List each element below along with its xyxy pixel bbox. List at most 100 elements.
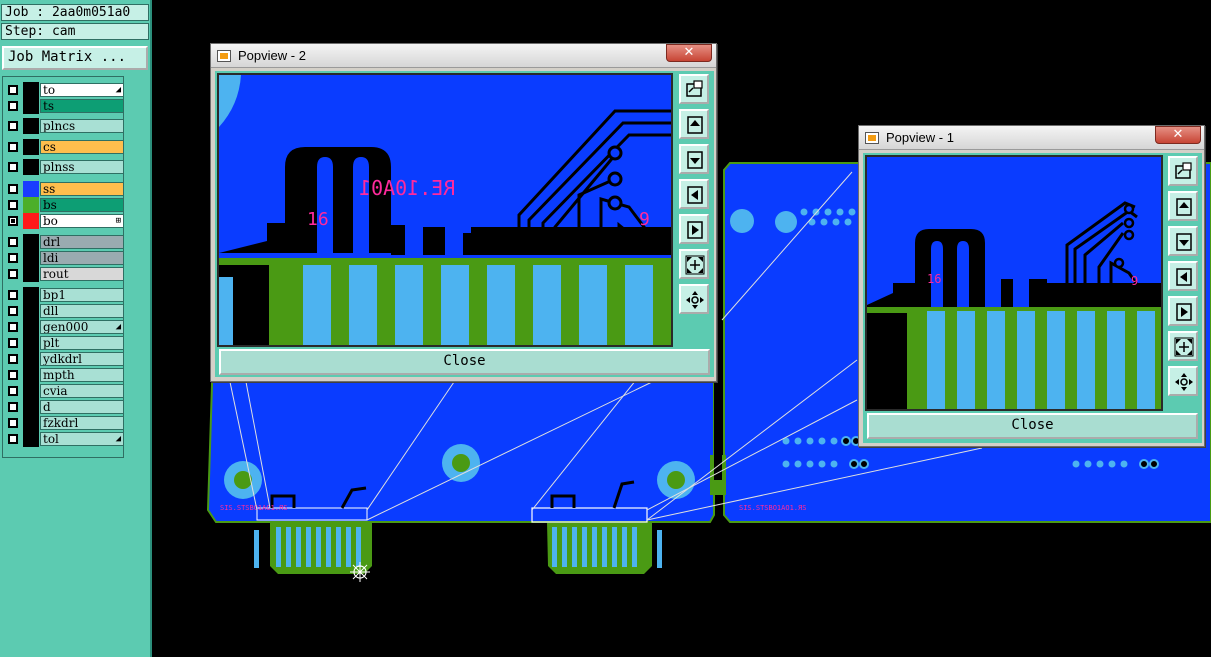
popview-1-close-x-button[interactable]: ✕	[1155, 126, 1201, 144]
layer-name-field[interactable]: fzkdrl	[40, 416, 124, 430]
pan-left-button[interactable]	[1168, 261, 1198, 291]
layer-row-plncs[interactable]: plncs	[5, 118, 124, 134]
layer-row-to[interactable]: to ◢	[5, 82, 124, 98]
layer-name-field[interactable]: cs	[40, 140, 124, 154]
layer-name-field[interactable]: to ◢	[40, 83, 124, 97]
layer-name-field[interactable]: ldi	[40, 251, 124, 265]
layer-row-ydkdrl[interactable]: ydkdrl	[5, 351, 124, 367]
layer-checkbox[interactable]	[8, 402, 18, 412]
layer-checkbox[interactable]	[8, 338, 18, 348]
layer-color-swatch[interactable]	[23, 234, 39, 250]
layer-row-plnss[interactable]: plnss	[5, 159, 124, 175]
layer-color-swatch[interactable]	[23, 319, 39, 335]
layer-checkbox[interactable]	[8, 121, 18, 131]
pan-right-button[interactable]	[1168, 296, 1198, 326]
layer-checkbox[interactable]	[8, 386, 18, 396]
job-matrix-button[interactable]: Job Matrix ...	[2, 46, 148, 70]
popview-2-zoom-view[interactable]: RE.10A01 16 9	[217, 73, 673, 347]
layer-name-field[interactable]: plnss	[40, 160, 124, 174]
layer-checkbox[interactable]	[8, 269, 18, 279]
layer-color-swatch[interactable]	[23, 250, 39, 266]
layer-name-field[interactable]: mpth	[40, 368, 124, 382]
layer-checkbox[interactable]	[8, 184, 18, 194]
layer-checkbox[interactable]	[8, 142, 18, 152]
layer-row-ss[interactable]: ss	[5, 181, 124, 197]
layer-row-bp1[interactable]: bp1	[5, 287, 124, 303]
layer-name-field[interactable]: tol ◢	[40, 432, 124, 446]
layer-checkbox[interactable]	[8, 200, 18, 210]
layer-row-rout[interactable]: rout	[5, 266, 124, 282]
pan-left-button[interactable]	[679, 179, 709, 209]
layer-color-swatch[interactable]	[23, 287, 39, 303]
layer-row-ldi[interactable]: ldi	[5, 250, 124, 266]
layer-checkbox[interactable]	[8, 290, 18, 300]
layer-row-gen000[interactable]: gen000 ◢	[5, 319, 124, 335]
layer-color-swatch[interactable]	[23, 197, 39, 213]
pan-down-button[interactable]	[679, 144, 709, 174]
layer-color-swatch[interactable]	[23, 335, 39, 351]
layer-checkbox[interactable]	[8, 162, 18, 172]
layer-name-field[interactable]: drl	[40, 235, 124, 249]
layer-name-field[interactable]: dll	[40, 304, 124, 318]
popview-2-close-button[interactable]: Close	[219, 349, 710, 375]
layer-row-ts[interactable]: ts	[5, 98, 124, 114]
layer-name-field[interactable]: ts	[40, 99, 124, 113]
popview-2-titlebar[interactable]: Popview - 2	[211, 44, 716, 68]
layer-color-swatch[interactable]	[23, 139, 39, 155]
layer-name-field[interactable]: bo ⊞	[40, 214, 124, 228]
layer-checkbox[interactable]	[8, 253, 18, 263]
layer-color-swatch[interactable]	[23, 118, 39, 134]
layer-row-cs[interactable]: cs	[5, 139, 124, 155]
layer-checkbox[interactable]	[8, 370, 18, 380]
layer-color-swatch[interactable]	[23, 82, 39, 98]
layer-checkbox[interactable]	[8, 354, 18, 364]
layer-row-fzkdrl[interactable]: fzkdrl	[5, 415, 124, 431]
layer-color-swatch[interactable]	[23, 367, 39, 383]
layer-row-mpth[interactable]: mpth	[5, 367, 124, 383]
layer-row-tol[interactable]: tol ◢	[5, 431, 124, 447]
layer-checkbox[interactable]	[8, 434, 18, 444]
popview-1-zoom-view[interactable]: 16 9	[865, 155, 1163, 411]
layer-color-swatch[interactable]	[23, 415, 39, 431]
layer-name-field[interactable]: bs	[40, 198, 124, 212]
zoom-home-button[interactable]	[679, 74, 709, 104]
popview-1-close-button[interactable]: Close	[867, 413, 1198, 439]
layer-row-bs[interactable]: bs	[5, 197, 124, 213]
fit-screen-button[interactable]	[679, 249, 709, 279]
pan-right-button[interactable]	[679, 214, 709, 244]
layer-name-field[interactable]: rout	[40, 267, 124, 281]
layer-row-plt[interactable]: plt	[5, 335, 124, 351]
layer-color-swatch[interactable]	[23, 213, 39, 229]
layer-name-field[interactable]: plncs	[40, 119, 124, 133]
layer-name-field[interactable]: plt	[40, 336, 124, 350]
popview-1-titlebar[interactable]: Popview - 1	[859, 126, 1204, 150]
move-button[interactable]	[679, 284, 709, 314]
layer-name-field[interactable]: cvia	[40, 384, 124, 398]
fit-screen-button[interactable]	[1168, 331, 1198, 361]
layer-color-swatch[interactable]	[23, 431, 39, 447]
pan-up-button[interactable]	[679, 109, 709, 139]
layer-color-swatch[interactable]	[23, 383, 39, 399]
layer-checkbox[interactable]	[8, 237, 18, 247]
layer-row-drl[interactable]: drl	[5, 234, 124, 250]
layer-row-cvia[interactable]: cvia	[5, 383, 124, 399]
layer-name-field[interactable]: bp1	[40, 288, 124, 302]
layer-color-swatch[interactable]	[23, 351, 39, 367]
layer-color-swatch[interactable]	[23, 303, 39, 319]
layer-checkbox[interactable]	[8, 216, 18, 226]
layer-color-swatch[interactable]	[23, 98, 39, 114]
layer-name-field[interactable]: ss	[40, 182, 124, 196]
layer-color-swatch[interactable]	[23, 399, 39, 415]
layer-row-dll[interactable]: dll	[5, 303, 124, 319]
layer-color-swatch[interactable]	[23, 266, 39, 282]
layer-checkbox[interactable]	[8, 85, 18, 95]
layer-checkbox[interactable]	[8, 101, 18, 111]
layer-checkbox[interactable]	[8, 306, 18, 316]
layer-name-field[interactable]: ydkdrl	[40, 352, 124, 366]
zoom-home-button[interactable]	[1168, 156, 1198, 186]
layer-name-field[interactable]: d	[40, 400, 124, 414]
pan-up-button[interactable]	[1168, 191, 1198, 221]
popview-2-close-x-button[interactable]: ✕	[666, 44, 712, 62]
layer-color-swatch[interactable]	[23, 159, 39, 175]
move-button[interactable]	[1168, 366, 1198, 396]
